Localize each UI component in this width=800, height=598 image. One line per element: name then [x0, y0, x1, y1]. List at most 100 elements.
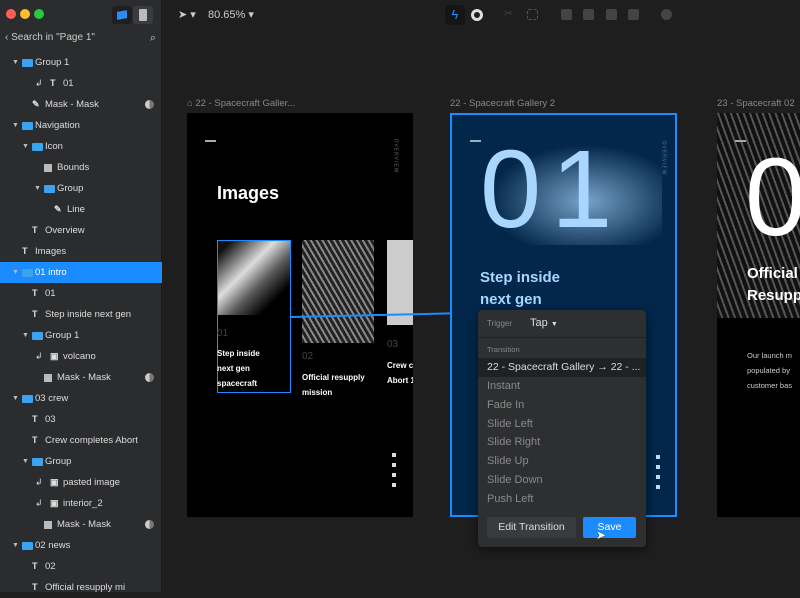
layer-row[interactable]: ✎ Line — [0, 199, 162, 220]
search-back-button[interactable]: ‹ Search in "Page 1" ⌕ — [0, 30, 162, 50]
minimize-window-button[interactable] — [20, 9, 30, 19]
trigger-value: Tap — [530, 317, 548, 329]
text-icon: T — [32, 561, 38, 571]
layer-row[interactable]: ▼ Icon — [0, 136, 162, 157]
side-label: OVERVIEW — [392, 138, 399, 174]
artboard-title[interactable]: 23 - Spacecraft 02 — [717, 98, 795, 109]
disclosure-triangle-icon[interactable]: ▼ — [22, 136, 29, 157]
disclosure-triangle-icon[interactable]: ▼ — [22, 325, 29, 346]
transform-icon[interactable] — [527, 9, 538, 20]
transition-option[interactable]: Slide Right — [487, 436, 540, 448]
card-image — [387, 240, 413, 325]
layer-row[interactable]: ↲ T 01 — [0, 73, 162, 94]
transition-selected[interactable]: 22 - Spacecraft Gallery → 22 - ... — [478, 358, 646, 377]
layer-row[interactable]: Mask - Mask — [0, 514, 162, 535]
layer-row[interactable]: Mask - Mask — [0, 367, 162, 388]
transition-option[interactable]: Slide Down — [487, 474, 543, 486]
layer-row[interactable]: T 01 — [0, 283, 162, 304]
mask-arrow-icon: ↲ — [35, 78, 43, 88]
disclosure-triangle-icon[interactable]: ▼ — [34, 178, 41, 199]
mask-arrow-icon: ↲ — [35, 498, 43, 508]
transition-option[interactable]: Instant — [487, 380, 520, 392]
layer-row[interactable]: T Crew completes Abort — [0, 430, 162, 451]
layer-row[interactable]: ▼ Group — [0, 451, 162, 472]
mask-icon[interactable] — [661, 9, 672, 20]
layer-label: Overview — [45, 225, 85, 236]
layer-row[interactable]: ▼ Group — [0, 178, 162, 199]
pages-tab[interactable] — [133, 6, 153, 24]
layer-row[interactable]: ▼ Group 1 — [0, 325, 162, 346]
union-icon[interactable] — [561, 9, 572, 20]
mask-badge-icon — [145, 373, 154, 382]
disclosure-triangle-icon[interactable]: ▼ — [12, 262, 19, 283]
layer-row[interactable]: T Step inside next gen — [0, 304, 162, 325]
transition-popup: Trigger Tap ▼ Transition 22 - Spacecraft… — [478, 310, 646, 547]
zoom-dropdown[interactable]: 80.65% ▾ — [208, 8, 254, 21]
layer-label: Icon — [45, 141, 63, 152]
big-number: 0 — [745, 136, 800, 259]
intersect-icon[interactable] — [606, 9, 617, 20]
layer-row[interactable]: T Overview — [0, 220, 162, 241]
image-icon: ▣ — [50, 477, 59, 487]
difference-icon[interactable] — [628, 9, 639, 20]
image-icon: ▣ — [50, 351, 59, 361]
transition-option[interactable]: Push Left — [487, 493, 533, 505]
subtract-icon[interactable] — [583, 9, 594, 20]
save-button[interactable]: Save — [583, 517, 636, 538]
edit-transition-button[interactable]: Edit Transition — [487, 517, 576, 538]
layer-row[interactable]: Bounds — [0, 157, 162, 178]
disclosure-triangle-icon[interactable]: ▼ — [12, 388, 19, 409]
layer-label: Crew completes Abort — [45, 435, 138, 446]
layer-row[interactable]: T Official resupply mi — [0, 577, 162, 598]
disclosure-triangle-icon[interactable]: ▼ — [12, 52, 19, 73]
layer-label: 03 crew — [35, 393, 69, 404]
trigger-label: Trigger — [487, 319, 513, 328]
layer-label: Images — [35, 246, 67, 257]
layer-row[interactable]: T 03 — [0, 409, 162, 430]
transition-option[interactable]: Slide Up — [487, 455, 529, 467]
text-icon: T — [32, 435, 38, 445]
transition-option[interactable]: Fade In — [487, 399, 524, 411]
layer-label: Line — [67, 204, 85, 215]
pointer-tool-button[interactable]: ➤ ▾ — [178, 8, 196, 21]
scissors-icon[interactable]: ✂ — [504, 7, 515, 20]
big-number: 01 — [480, 128, 623, 251]
heading: Images — [217, 183, 280, 203]
artboard-spacecraft-02[interactable]: 0 Official Resupp Our launch m populated… — [717, 113, 800, 517]
layer-label: Step inside next gen — [45, 309, 132, 320]
transition-option[interactable]: Slide Left — [487, 418, 533, 430]
folder-icon — [22, 115, 33, 138]
text-icon: T — [32, 288, 38, 298]
folder-icon — [32, 136, 43, 159]
layer-row[interactable]: ▼ 01 intro — [0, 262, 162, 283]
layer-label: 01 — [45, 288, 56, 299]
prototype-mode-button[interactable]: ϟ — [445, 5, 465, 25]
artboard-title[interactable]: 22 - Spacecraft Gallery 2 — [450, 98, 555, 109]
layer-row[interactable]: ↲ ▣ volcano — [0, 346, 162, 367]
artboard-title-text: 22 - Spacecraft Gallery 2 — [450, 98, 556, 109]
disclosure-triangle-icon[interactable]: ▼ — [22, 451, 29, 472]
disclosure-triangle-icon[interactable]: ▼ — [12, 115, 19, 136]
layer-row[interactable]: T Images — [0, 241, 162, 262]
close-window-button[interactable] — [6, 9, 16, 19]
disclosure-triangle-icon[interactable]: ▼ — [12, 535, 19, 556]
layer-label: Mask - Mask — [45, 99, 99, 110]
layer-row[interactable]: ▼ Group 1 — [0, 52, 162, 73]
layer-row[interactable]: ↲ ▣ interior_2 — [0, 493, 162, 514]
layer-row[interactable]: ▼ 03 crew — [0, 388, 162, 409]
settings-hex-button[interactable] — [471, 9, 483, 21]
layer-row[interactable]: T 02 — [0, 556, 162, 577]
text-icon: T — [32, 225, 38, 235]
lightning-icon: ϟ — [451, 7, 459, 22]
layer-label: 02 — [45, 561, 56, 572]
trigger-dropdown[interactable]: Tap ▼ — [530, 317, 558, 329]
layer-row[interactable]: ▼ 02 news — [0, 535, 162, 556]
layer-row[interactable]: ▼ Navigation — [0, 115, 162, 136]
maximize-window-button[interactable] — [34, 9, 44, 19]
divider — [478, 337, 646, 338]
layers-tab[interactable] — [112, 6, 132, 24]
layer-row[interactable]: ✎ Mask - Mask — [0, 94, 162, 115]
layer-row[interactable]: ↲ ▣ pasted image — [0, 472, 162, 493]
artboard-title[interactable]: ⌂ 22 - Spacecraft Galler... — [187, 98, 295, 109]
search-icon[interactable]: ⌕ — [150, 30, 156, 46]
